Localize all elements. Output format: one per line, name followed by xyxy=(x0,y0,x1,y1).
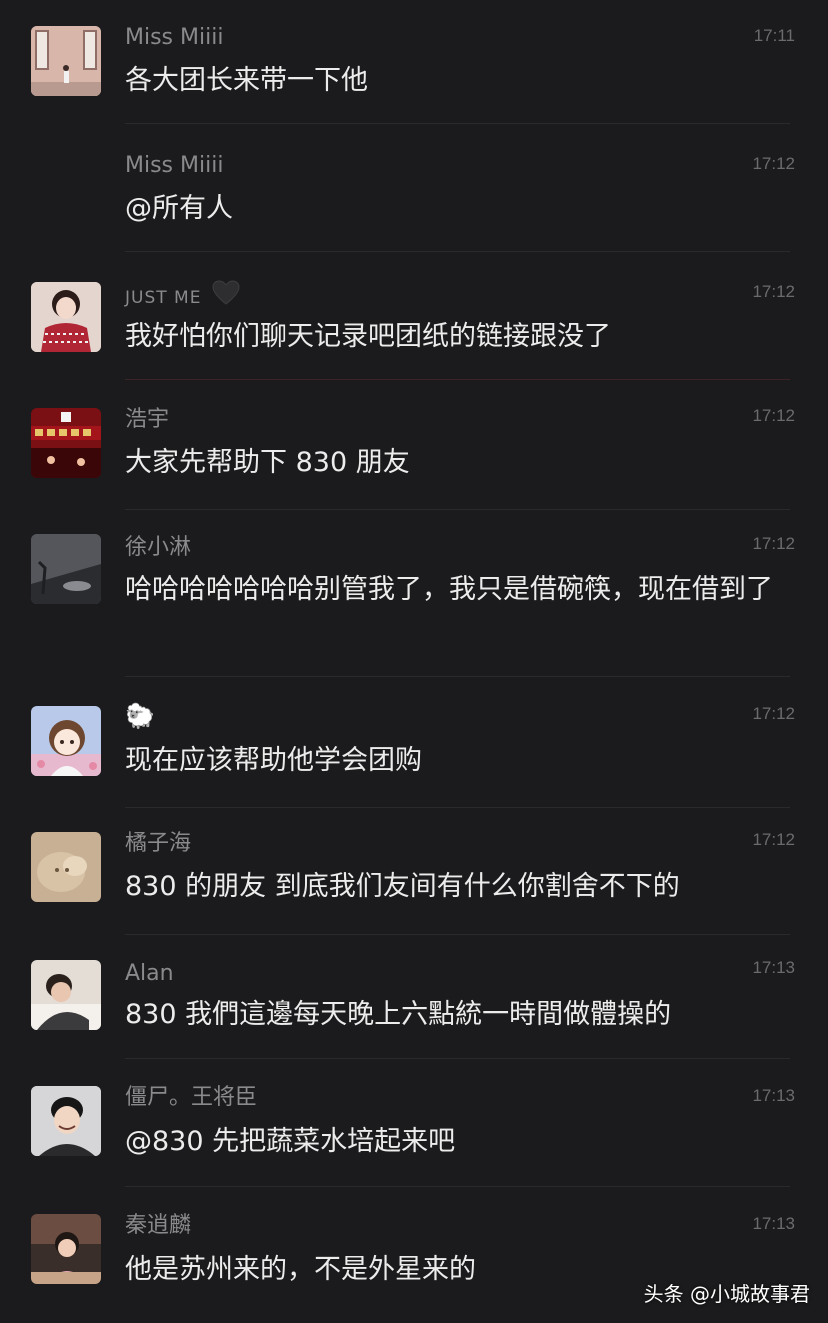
message-text: @830 先把蔬菜水培起来吧 xyxy=(125,1126,456,1157)
sender-name: Miss Miiii xyxy=(125,153,224,178)
message-divider xyxy=(125,1186,790,1187)
message-divider xyxy=(125,379,790,380)
avatar[interactable] xyxy=(31,26,101,96)
message-time: 17:13 xyxy=(752,1086,795,1105)
avatar[interactable] xyxy=(31,832,101,902)
message-text: 现在应该帮助他学会团购 xyxy=(125,745,422,776)
message-divider xyxy=(125,509,790,510)
message-divider xyxy=(125,123,790,124)
message-divider xyxy=(125,251,790,252)
message-time: 17:12 xyxy=(752,534,795,553)
black-heart-icon xyxy=(212,280,240,314)
message-divider xyxy=(125,807,790,808)
sender-name-text: JUST ME xyxy=(125,288,202,308)
avatar[interactable] xyxy=(31,282,101,352)
avatar[interactable] xyxy=(31,1086,101,1156)
message-text: 大家先帮助下 830 朋友 xyxy=(125,447,410,478)
message-divider xyxy=(125,676,790,677)
sender-name: 橘子海 xyxy=(125,831,192,856)
message-text: @所有人 xyxy=(125,193,233,224)
sender-name: 徐小淋 xyxy=(125,535,192,560)
watermark: 头条 @小城故事君 xyxy=(643,1282,810,1306)
sender-name: Miss Miiii xyxy=(125,25,224,50)
sender-name: 🐑 xyxy=(125,702,155,730)
avatar[interactable] xyxy=(31,1214,101,1284)
message-text: 830 的朋友 到底我们友间有什么你割舍不下的 xyxy=(125,871,680,902)
avatar[interactable] xyxy=(31,706,101,776)
avatar[interactable] xyxy=(31,408,101,478)
sender-name: Alan xyxy=(125,961,174,986)
sender-name: 秦逍麟 xyxy=(125,1213,192,1238)
message-text: 各大团长来带一下他 xyxy=(125,65,368,96)
message-time: 17:13 xyxy=(752,1214,795,1233)
message-time: 17:11 xyxy=(753,26,795,45)
message-time: 17:12 xyxy=(752,704,795,723)
message-text: 哈哈哈哈哈哈哈别管我了，我只是借碗筷，现在借到了 xyxy=(125,574,773,605)
message-time: 17:13 xyxy=(752,958,795,977)
message-divider xyxy=(125,934,790,935)
message-time: 17:12 xyxy=(752,282,795,301)
sender-name: 浩宇 xyxy=(125,407,170,432)
avatar[interactable] xyxy=(31,960,101,1030)
message-time: 17:12 xyxy=(752,830,795,849)
sender-name: JUST ME xyxy=(125,280,240,314)
avatar[interactable] xyxy=(31,534,101,604)
sender-name: 僵尸。王将臣 xyxy=(125,1085,258,1110)
message-time: 17:12 xyxy=(752,406,795,425)
message-time: 17:12 xyxy=(752,154,795,173)
message-text: 我好怕你们聊天记录吧团纸的链接跟没了 xyxy=(125,321,611,352)
message-divider xyxy=(125,1058,790,1059)
message-text: 830 我們這邊每天晚上六點統一時間做體操的 xyxy=(125,999,672,1030)
